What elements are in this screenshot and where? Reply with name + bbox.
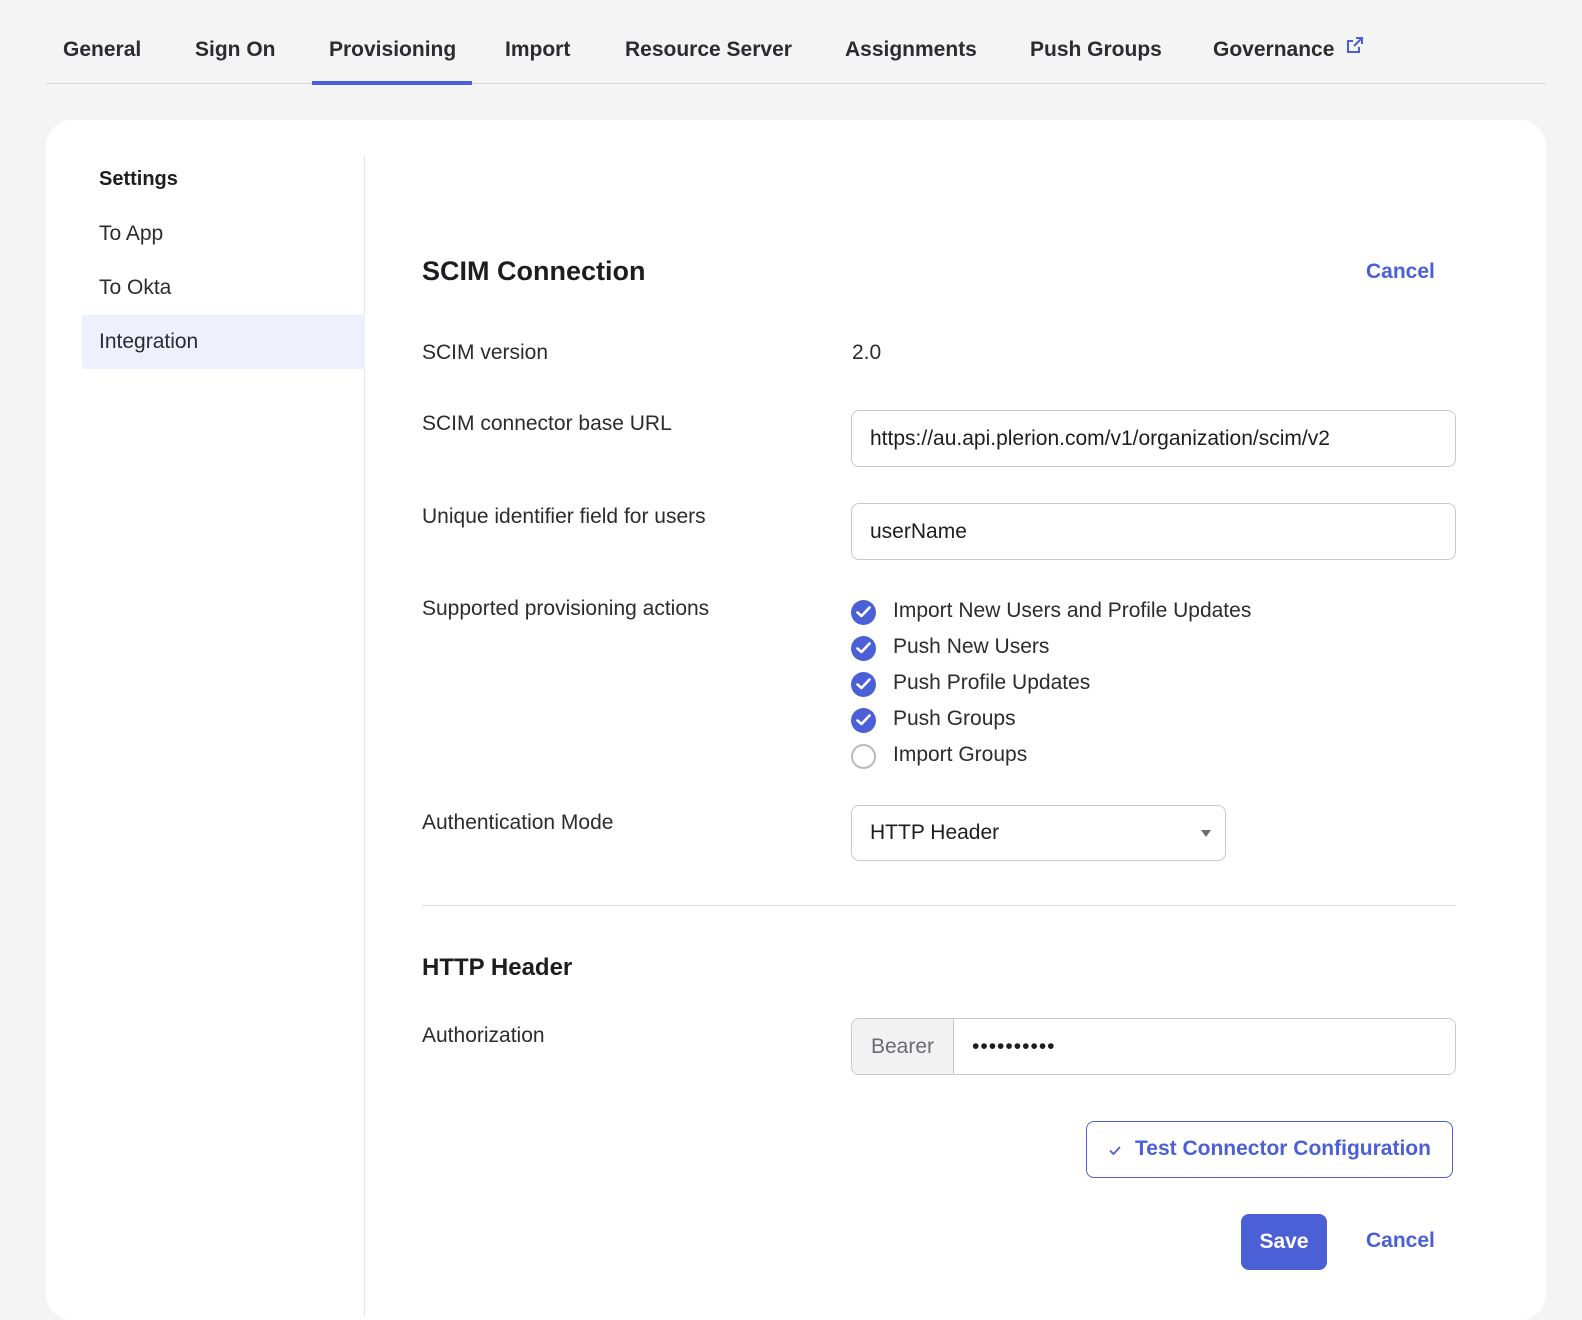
tab-push-groups[interactable]: Push Groups — [1030, 0, 1162, 84]
tab-label: Push Groups — [1030, 38, 1162, 61]
action-push-profile-updates[interactable]: Push Profile Updates — [851, 667, 1331, 703]
tab-label: Import — [505, 38, 571, 61]
authorization-token-input[interactable] — [954, 1019, 1455, 1074]
unique-id-label: Unique identifier field for users — [422, 505, 706, 528]
tab-label: Provisioning — [329, 38, 457, 61]
action-label: Push Profile Updates — [893, 671, 1091, 694]
section-divider — [422, 905, 1456, 906]
tab-label: Assignments — [845, 38, 977, 61]
checkbox-checked-icon[interactable] — [851, 672, 876, 697]
chevron-down-icon — [1201, 830, 1211, 837]
checkbox-checked-icon[interactable] — [851, 636, 876, 661]
action-import-groups[interactable]: Import Groups — [851, 739, 1331, 775]
unique-id-input[interactable] — [851, 503, 1456, 560]
tab-label: Governance — [1213, 38, 1335, 61]
test-connector-button[interactable]: Test Connector Configuration — [1086, 1121, 1453, 1178]
external-link-icon — [1346, 36, 1364, 60]
tab-sign-on[interactable]: Sign On — [195, 0, 276, 84]
checkbox-unchecked-icon[interactable] — [851, 744, 876, 769]
provisioning-actions-label: Supported provisioning actions — [422, 597, 710, 620]
scim-version-value: 2.0 — [852, 341, 882, 364]
scim-connection-title: SCIM Connection — [422, 256, 646, 286]
action-label: Push Groups — [893, 707, 1016, 730]
tab-resource-server[interactable]: Resource Server — [625, 0, 792, 84]
auth-mode-select[interactable]: HTTP Header — [851, 805, 1226, 861]
action-label: Import Groups — [893, 743, 1028, 766]
tab-label: Resource Server — [625, 38, 792, 61]
test-connector-label: Test Connector Configuration — [1135, 1137, 1431, 1160]
base-url-label: SCIM connector base URL — [422, 412, 672, 435]
action-push-new-users[interactable]: Push New Users — [851, 631, 1331, 667]
checkbox-checked-icon[interactable] — [851, 600, 876, 625]
tab-provisioning[interactable]: Provisioning — [312, 0, 472, 85]
http-header-title: HTTP Header — [422, 954, 573, 981]
settings-card: Settings To App To Okta Integration SCIM… — [46, 120, 1546, 1320]
authorization-field: Bearer — [851, 1018, 1456, 1075]
bearer-prefix: Bearer — [852, 1019, 954, 1074]
action-label: Push New Users — [893, 635, 1050, 658]
tab-general[interactable]: General — [63, 0, 141, 84]
tab-label: General — [63, 38, 142, 61]
base-url-input[interactable] — [851, 410, 1456, 467]
action-label: Import New Users and Profile Updates — [893, 599, 1252, 622]
tab-assignments[interactable]: Assignments — [845, 0, 977, 84]
scim-version-label: SCIM version — [422, 341, 549, 364]
auth-mode-label: Authentication Mode — [422, 811, 614, 834]
auth-mode-value: HTTP Header — [870, 821, 1000, 844]
tab-bar: General Sign On Provisioning Import Reso… — [46, 0, 1546, 85]
action-import-new-users[interactable]: Import New Users and Profile Updates — [851, 595, 1331, 631]
tab-import[interactable]: Import — [505, 0, 570, 84]
save-button[interactable]: Save — [1241, 1214, 1327, 1270]
checkbox-checked-icon[interactable] — [851, 708, 876, 733]
footer-cancel-button[interactable]: Cancel — [1366, 1229, 1435, 1253]
action-push-groups[interactable]: Push Groups — [851, 703, 1331, 739]
scim-form: SCIM Connection Cancel SCIM version 2.0 … — [46, 120, 1546, 1320]
header-cancel-button[interactable]: Cancel — [1366, 260, 1435, 284]
check-icon — [1109, 1143, 1121, 1161]
tab-governance[interactable]: Governance — [1213, 0, 1364, 84]
tab-label: Sign On — [195, 38, 276, 61]
authorization-label: Authorization — [422, 1024, 545, 1047]
